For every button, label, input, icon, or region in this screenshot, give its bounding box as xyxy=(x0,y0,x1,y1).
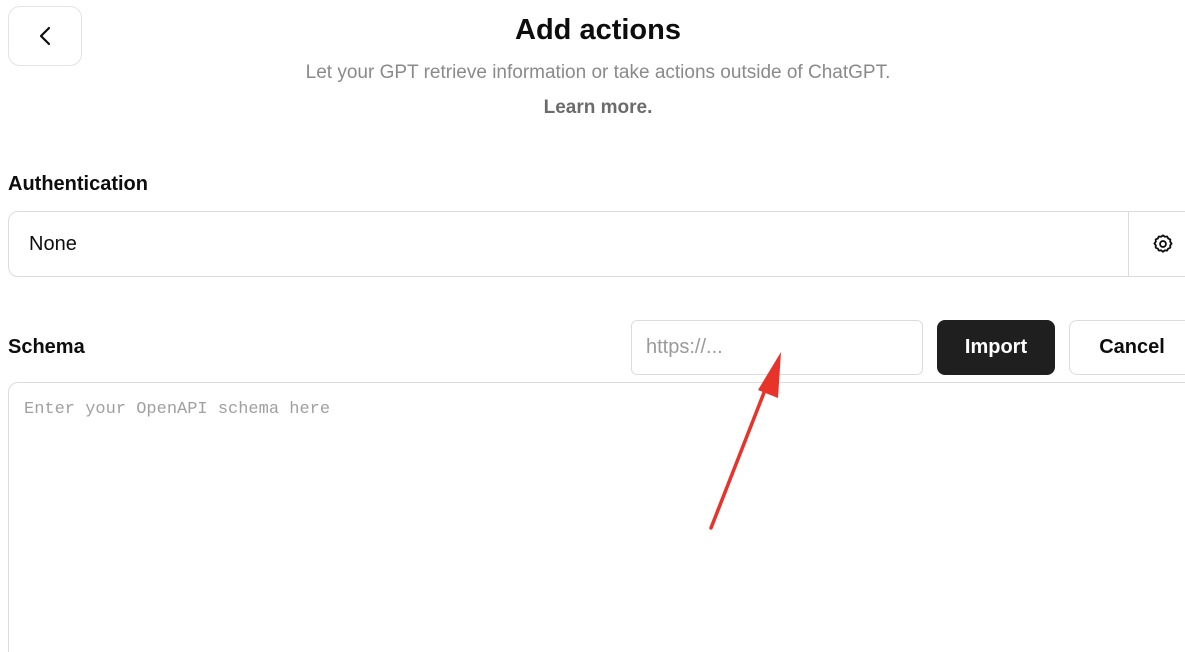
page-subtitle: Let your GPT retrieve information or tak… xyxy=(305,62,891,83)
page-title: Add actions xyxy=(515,14,681,46)
schema-label: Schema xyxy=(8,336,85,358)
learn-more-link[interactable]: Learn more. xyxy=(0,97,1185,119)
schema-textarea[interactable] xyxy=(8,382,1185,652)
authentication-settings-button[interactable] xyxy=(1128,212,1185,276)
schema-url-input[interactable] xyxy=(631,320,923,375)
authentication-value: None xyxy=(29,232,77,255)
authentication-label: Authentication xyxy=(8,173,148,195)
gear-icon xyxy=(1153,234,1173,253)
add-actions-page: Add actions Let your GPT retrieve inform… xyxy=(0,0,1185,652)
cancel-button[interactable]: Cancel xyxy=(1069,320,1185,375)
authentication-field[interactable]: None xyxy=(8,211,1185,277)
import-button[interactable]: Import xyxy=(937,320,1055,375)
